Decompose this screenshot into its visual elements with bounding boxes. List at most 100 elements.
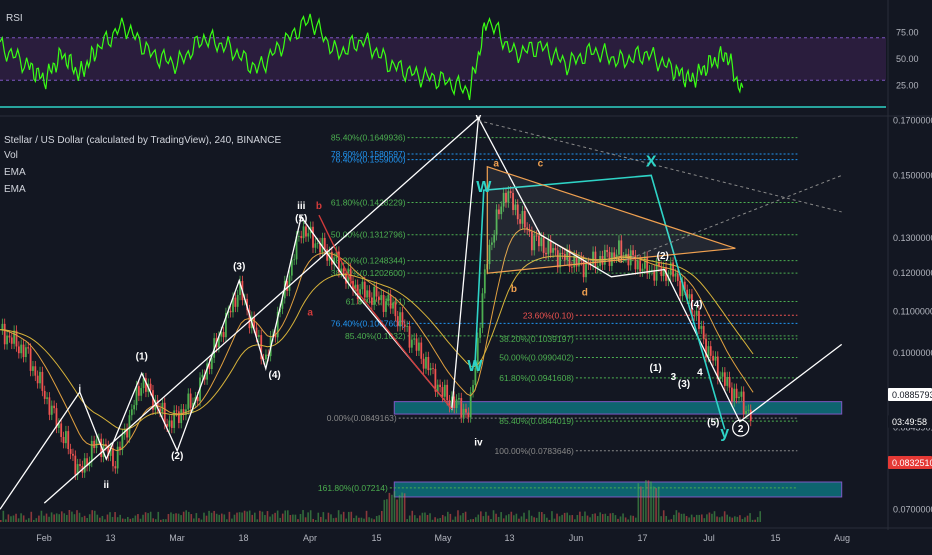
candle-body — [130, 409, 133, 416]
volume-bar — [71, 511, 73, 522]
volume-bar — [660, 516, 662, 522]
volume-bar — [284, 510, 287, 522]
volume-bar — [10, 516, 12, 522]
time-tick-label: 13 — [105, 533, 115, 543]
volume-bar — [662, 510, 665, 522]
volume-bar — [0, 520, 2, 522]
candle-body — [112, 448, 114, 467]
candle-body — [175, 410, 178, 412]
volume-bar — [38, 515, 40, 522]
candle-body — [305, 226, 307, 237]
volume-bar — [408, 515, 411, 522]
volume-bar — [579, 511, 581, 522]
volume-bar — [518, 518, 520, 522]
volume-bar — [45, 513, 48, 522]
candle-body — [64, 431, 67, 444]
candle-body — [641, 268, 644, 272]
volume-bar — [525, 518, 528, 522]
volume-bar — [208, 510, 210, 522]
candle-body — [17, 346, 20, 354]
volume-bar — [540, 512, 543, 522]
volume-bar — [266, 511, 269, 522]
volume-bar — [548, 519, 551, 522]
candle-body — [472, 385, 474, 393]
indicator-ema-label-1[interactable]: EMA — [4, 166, 26, 180]
volume-bar — [474, 517, 477, 522]
volume-bar — [647, 480, 650, 522]
volume-bar — [198, 518, 200, 522]
indicator-ema-label-2[interactable]: EMA — [4, 183, 26, 197]
volume-bar — [703, 518, 706, 522]
wave-label: 2 — [738, 424, 744, 435]
volume-bar — [502, 518, 505, 522]
indicator-vol-label[interactable]: Vol — [4, 149, 18, 163]
wave-label: (1) — [136, 352, 148, 363]
candle-body — [307, 233, 310, 237]
volume-bar — [667, 519, 670, 522]
candle-body — [735, 388, 738, 399]
wave-label: (4) — [690, 299, 702, 310]
volume-bar — [495, 513, 497, 522]
volume-bar — [345, 518, 348, 522]
volume-bar — [568, 515, 571, 522]
volume-bar — [431, 519, 434, 522]
candle-body — [425, 356, 427, 369]
volume-bar — [490, 519, 492, 522]
volume-bar — [543, 514, 546, 522]
volume-bar — [358, 517, 360, 522]
candle-body — [401, 312, 404, 325]
chart-canvas[interactable]: 85.40%(0.1649936)78.60%(0.1580597)76.40%… — [0, 0, 932, 550]
volume-bar — [480, 511, 482, 522]
volume-bar — [627, 519, 629, 522]
volume-bar — [599, 512, 602, 522]
volume-bar — [2, 510, 5, 522]
volume-bar — [500, 512, 502, 522]
candle-body — [6, 335, 8, 345]
volume-bar — [233, 514, 236, 522]
volume-bar — [309, 510, 312, 522]
fib-level-label: 23.60%(0.10) — [523, 310, 574, 320]
wave-label: (5) — [295, 214, 307, 225]
price-tick-label: 0.1500000 — [893, 170, 932, 180]
candle-body — [39, 371, 41, 384]
candle-body — [389, 294, 392, 309]
volume-bar — [88, 514, 91, 522]
candle-body — [36, 375, 39, 384]
volume-bar — [706, 514, 708, 522]
volume-bar — [467, 519, 469, 522]
candle-body — [83, 458, 86, 473]
wave-label: d — [582, 288, 588, 299]
volume-bar — [48, 516, 50, 522]
volume-bar — [386, 499, 388, 522]
volume-bar — [464, 511, 467, 522]
volume-bar — [104, 519, 106, 522]
wave-label: v — [476, 113, 482, 124]
volume-bar — [93, 510, 96, 522]
time-tick-label: 18 — [238, 533, 248, 543]
volume-bar — [728, 516, 731, 522]
volume-bar — [274, 512, 276, 522]
volume-bar — [492, 510, 495, 522]
volume-bar — [152, 518, 154, 522]
volume-bar — [421, 512, 424, 522]
volume-bar — [17, 518, 20, 522]
candle-body — [378, 296, 380, 301]
volume-bar — [441, 514, 444, 522]
volume-bar — [58, 514, 61, 522]
volume-bar — [312, 518, 315, 522]
candle-body — [137, 386, 140, 396]
volume-bar — [629, 515, 632, 522]
volume-bar — [124, 518, 127, 522]
volume-bar — [594, 513, 596, 522]
candle-body — [420, 342, 423, 359]
volume-bar — [332, 518, 335, 522]
volume-bar — [81, 517, 83, 522]
volume-bar — [645, 480, 647, 522]
volume-bar — [205, 515, 208, 522]
volume-bar — [200, 519, 203, 522]
volume-bar — [167, 514, 170, 522]
volume-bar — [485, 511, 487, 522]
volume-bar — [353, 518, 355, 522]
candle-body — [114, 466, 117, 469]
main-chart-title: Stellar / US Dollar (calculated by Tradi… — [4, 135, 282, 146]
